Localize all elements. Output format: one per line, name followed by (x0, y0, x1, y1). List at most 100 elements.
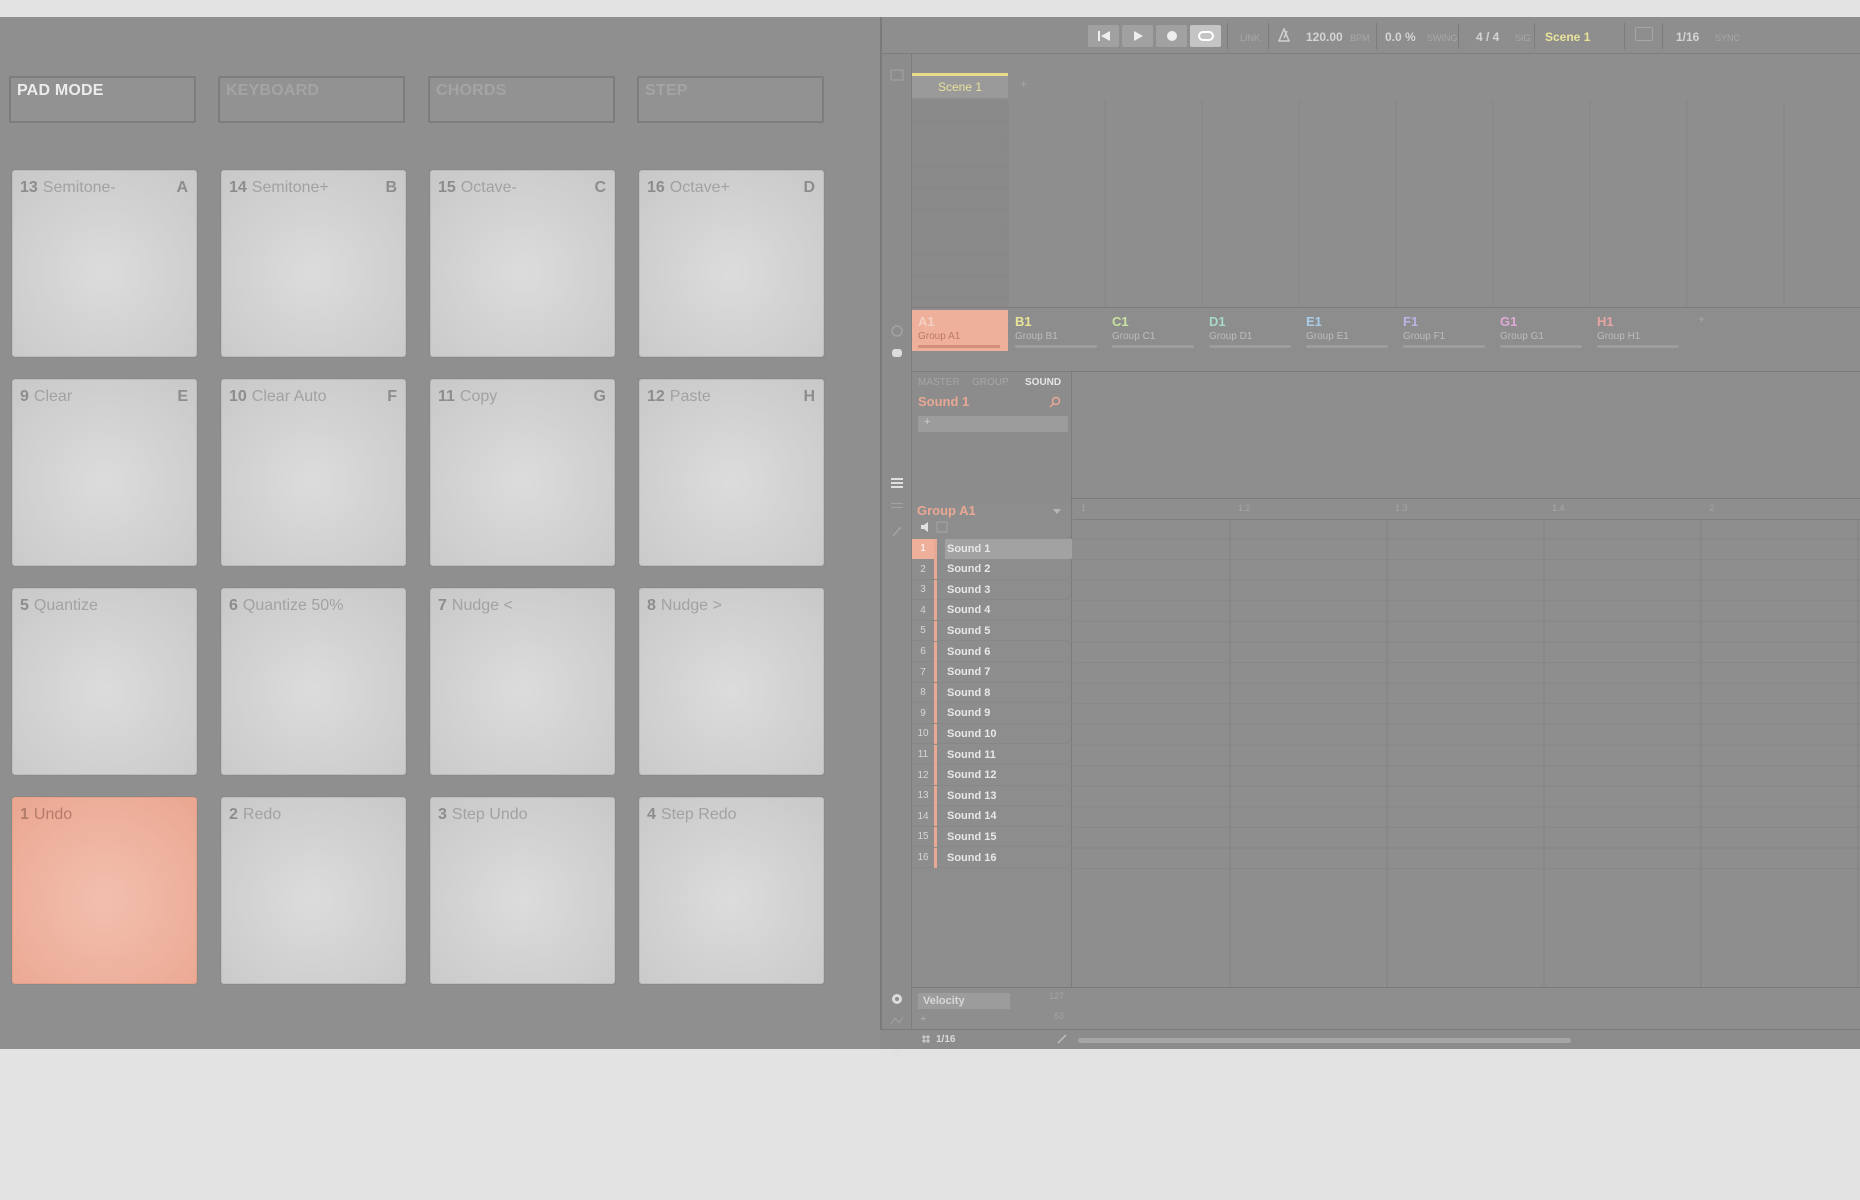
mode-tab-pad-mode[interactable]: PAD MODE (9, 76, 196, 123)
search-icon[interactable] (1049, 396, 1061, 408)
pad-1[interactable]: 1 Undo (12, 797, 197, 984)
speaker-icon[interactable] (920, 521, 932, 533)
pad-number: 3 (438, 806, 447, 823)
chevron-down-icon[interactable] (1052, 507, 1062, 515)
sound-row[interactable]: 9 Sound 9 (912, 703, 1072, 724)
group-name: Group B1 (1015, 331, 1058, 342)
pad-label: Nudge > (660, 597, 722, 614)
pad-2[interactable]: 2 Redo (221, 797, 406, 984)
restart-button[interactable] (1088, 25, 1119, 47)
sound-row[interactable]: 2 Sound 2 (912, 559, 1072, 580)
add-group-button[interactable]: + (1698, 312, 1705, 326)
add-plugin-slot[interactable]: + (918, 416, 1068, 432)
group-slot-d1[interactable]: D1 Group D1 (1203, 310, 1299, 351)
pad-4[interactable]: 4 Step Redo (639, 797, 824, 984)
pad-15[interactable]: 15 Octave- C (430, 170, 615, 357)
sound-row[interactable]: 3 Sound 3 (912, 579, 1072, 601)
pad-3[interactable]: 3 Step Undo (430, 797, 615, 984)
sound-row[interactable]: 11 Sound 11 (912, 744, 1072, 765)
sound-color-bar (934, 620, 937, 641)
pencil-icon[interactable] (890, 524, 904, 538)
mode-tab-chords[interactable]: CHORDS (428, 76, 615, 123)
mode-tab-keyboard[interactable]: KEYBOARD (218, 76, 405, 123)
group-slot-b1[interactable]: B1 Group B1 (1009, 310, 1105, 351)
horizontal-scrollbar[interactable] (1078, 1038, 1571, 1043)
group-slot-e1[interactable]: E1 Group E1 (1300, 310, 1396, 351)
sound-row[interactable]: 7 Sound 7 (912, 662, 1072, 683)
footer-grid-value[interactable]: 1/16 (936, 1034, 955, 1045)
list-view-icon[interactable] (890, 476, 904, 490)
skip-back-icon (1097, 31, 1110, 41)
group-slot-g1[interactable]: G1 Group G1 (1494, 310, 1590, 351)
group-letter: B1 (1015, 314, 1032, 329)
sequence-icon[interactable] (890, 500, 904, 514)
timeline-ruler[interactable]: 1 1.2 1.3 1.4 2 (1073, 499, 1860, 520)
pad-7[interactable]: 7 Nudge < (430, 588, 615, 775)
sound-row[interactable]: 1 Sound 1 (912, 538, 1072, 559)
sound-row[interactable]: 5 Sound 5 (912, 620, 1072, 642)
pad-16[interactable]: 16 Octave+ D (639, 170, 824, 357)
automation-icon[interactable] (890, 992, 904, 1006)
group-slot-c1[interactable]: C1 Group C1 (1106, 310, 1202, 351)
group-slot-f1[interactable]: F1 Group F1 (1397, 310, 1493, 351)
signature-value[interactable]: 4 / 4 (1476, 30, 1499, 44)
sync-label[interactable]: SYNC (1715, 33, 1740, 43)
pad-5[interactable]: 5 Quantize (12, 588, 197, 775)
pad-14[interactable]: 14 Semitone+ B (221, 170, 406, 357)
sound-row[interactable]: 16 Sound 16 (912, 847, 1072, 868)
pad-9[interactable]: 9 Clear E (12, 379, 197, 566)
sound-row[interactable]: 8 Sound 8 (912, 682, 1072, 704)
mixer-icon[interactable] (890, 324, 904, 338)
group-level (1015, 345, 1097, 348)
add-lane-button[interactable]: + (920, 1013, 926, 1025)
pad-10[interactable]: 10 Clear Auto F (221, 379, 406, 566)
keyboard-icon[interactable] (936, 521, 948, 533)
tempo-value[interactable]: 120.00 (1306, 30, 1343, 44)
scene-grid (912, 100, 1785, 307)
sound-row[interactable]: 6 Sound 6 (912, 641, 1072, 662)
pad-12[interactable]: 12 Paste H (639, 379, 824, 566)
pad-letter: B (385, 179, 397, 196)
sound-row[interactable]: 14 Sound 14 (912, 806, 1072, 827)
group-name: Group C1 (1112, 331, 1156, 342)
grid-display[interactable]: 1/16 (1676, 30, 1699, 44)
tab-master[interactable]: MASTER (918, 377, 960, 388)
sound-row[interactable]: 15 Sound 15 (912, 826, 1072, 848)
pattern-grid[interactable] (1073, 520, 1860, 987)
tab-sound[interactable]: SOUND (1025, 377, 1061, 388)
pad-8[interactable]: 8 Nudge > (639, 588, 824, 775)
pad-11[interactable]: 11 Copy G (430, 379, 615, 566)
pencil-icon[interactable] (1056, 1033, 1068, 1045)
pad-6[interactable]: 6 Quantize 50% (221, 588, 406, 775)
sound-row[interactable]: 12 Sound 12 (912, 765, 1072, 786)
swing-value[interactable]: 0.0 % (1385, 30, 1416, 44)
record-button[interactable] (1156, 25, 1187, 47)
link-label[interactable]: LINK (1240, 33, 1260, 43)
curve-icon[interactable] (890, 1014, 904, 1028)
group-slot-a1[interactable]: A1 Group A1 (912, 310, 1008, 351)
sound-row[interactable]: 4 Sound 4 (912, 600, 1072, 621)
group-slot-h1[interactable]: H1 Group H1 (1591, 310, 1687, 351)
mode-tab-label: CHORDS (436, 82, 507, 99)
metronome-icon[interactable] (1278, 28, 1290, 42)
plugin-icon[interactable] (890, 346, 904, 360)
follow-button[interactable] (1635, 27, 1653, 41)
sound-color-bar (934, 662, 937, 683)
mode-tab-step[interactable]: STEP (637, 76, 824, 123)
pad-13[interactable]: 13 Semitone- A (12, 170, 197, 357)
velocity-selector[interactable]: Velocity (918, 993, 1010, 1009)
group-letter: D1 (1209, 314, 1226, 329)
pad-number: 14 (229, 179, 247, 196)
tab-group[interactable]: GROUP (972, 377, 1009, 388)
pad-number: 15 (438, 179, 456, 196)
loop-button[interactable] (1190, 25, 1221, 47)
pad-number: 16 (647, 179, 665, 196)
sound-row[interactable]: 13 Sound 13 (912, 785, 1072, 807)
play-button[interactable] (1122, 25, 1153, 47)
sound-row[interactable]: 10 Sound 10 (912, 723, 1072, 745)
scene-tab[interactable]: Scene 1 (912, 73, 1008, 98)
grid-view-icon[interactable] (890, 68, 904, 82)
pad-number: 8 (647, 597, 656, 614)
scene-display[interactable]: Scene 1 (1545, 30, 1590, 44)
add-scene-button[interactable]: + (1020, 76, 1028, 91)
